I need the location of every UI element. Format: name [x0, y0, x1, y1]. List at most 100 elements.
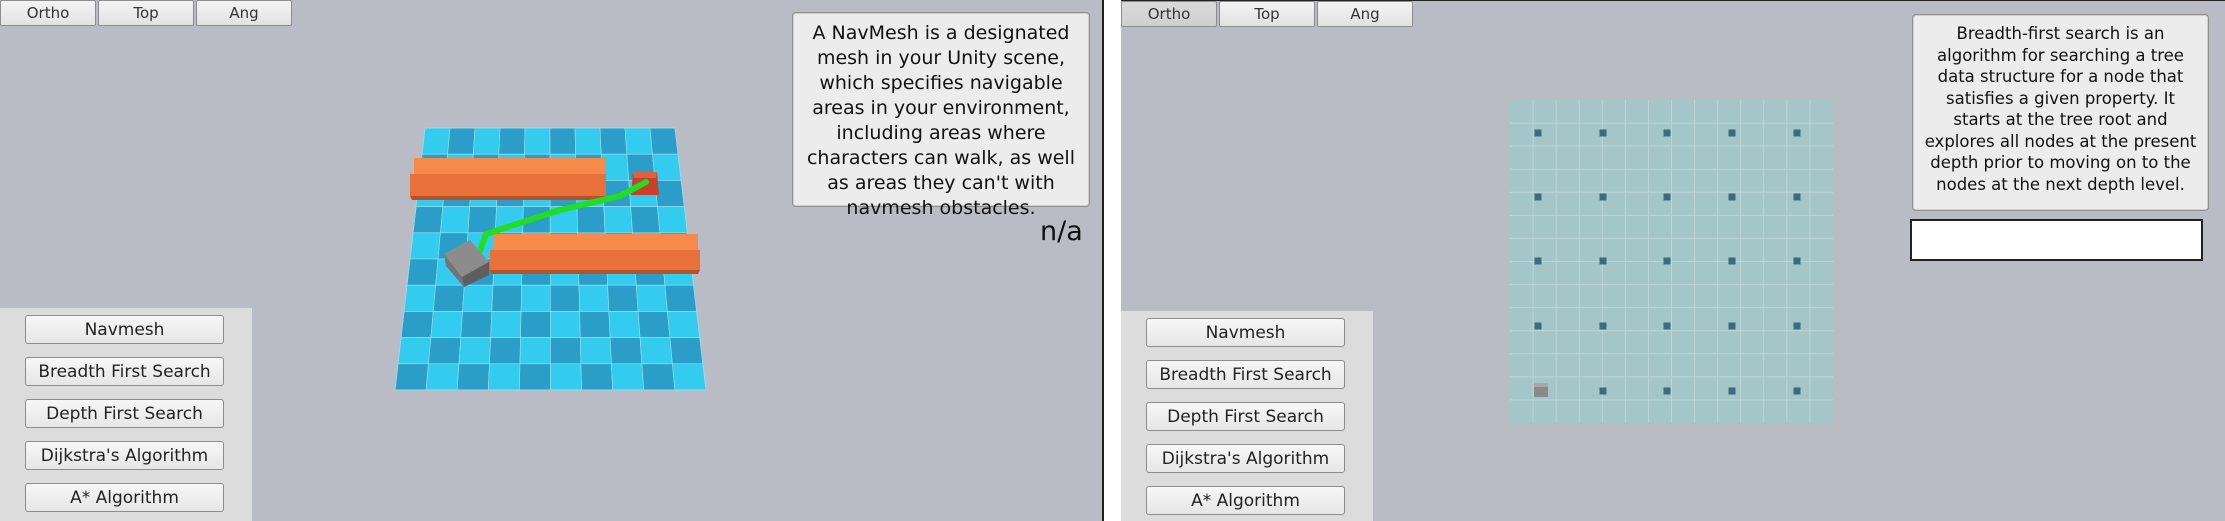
floor-tile: [440, 206, 470, 234]
floor-tile: [520, 284, 551, 312]
floor-tile: [667, 311, 701, 338]
floor-tile: [456, 363, 490, 390]
grid-node: [1793, 129, 1801, 137]
floor-tile: [520, 311, 551, 338]
floor-tile: [608, 311, 641, 338]
grid-node: [1599, 257, 1607, 265]
grid-node: [1599, 193, 1607, 201]
floor-tile: [458, 337, 491, 365]
navmesh-button[interactable]: Navmesh: [1146, 318, 1345, 347]
floor-tile: [578, 284, 610, 312]
dijkstras-algorithm-button[interactable]: Dijkstra's Algorithm: [1146, 444, 1345, 473]
grid-node: [1728, 257, 1736, 265]
floor-tile: [550, 311, 581, 338]
algorithm-menu: Navmesh Breadth First Search Depth First…: [1121, 311, 1373, 521]
floor-tile: [460, 311, 493, 338]
breadth-first-search-button[interactable]: Breadth First Search: [1146, 360, 1345, 389]
floor-tile: [639, 337, 673, 365]
grid-node: [1534, 322, 1542, 330]
floor-tile: [490, 311, 522, 338]
depth-first-search-button[interactable]: Depth First Search: [25, 399, 224, 428]
grid-node: [1663, 387, 1671, 395]
grid-node: [1793, 257, 1801, 265]
navmesh-button[interactable]: Navmesh: [25, 315, 224, 344]
grid-node: [1728, 322, 1736, 330]
floor-tile: [403, 284, 436, 312]
depth-first-search-button[interactable]: Depth First Search: [1146, 402, 1345, 431]
grid-node: [1599, 322, 1607, 330]
floor-tile: [400, 311, 434, 338]
floor-tile: [498, 128, 526, 155]
floor-tile: [550, 363, 582, 390]
floor-tile: [409, 232, 441, 260]
floor-tile: [395, 363, 429, 390]
floor-tile: [654, 180, 685, 207]
result-text: n/a: [1040, 216, 1083, 247]
left-viewport: Ortho Top Ang A NavMesh is a designated …: [0, 0, 1102, 521]
a-star-algorithm-button[interactable]: A* Algorithm: [25, 483, 224, 512]
view-divider: [1102, 0, 1121, 521]
floor-tile: [421, 128, 451, 155]
floor-tile: [657, 206, 688, 234]
floor-tile: [412, 206, 444, 234]
floor-tile: [607, 284, 639, 312]
grid-node: [1534, 193, 1542, 201]
algorithm-description: Breadth-first search is an algorithm for…: [1912, 14, 2209, 211]
floor-tile: [579, 337, 612, 365]
floor-tile: [630, 206, 661, 234]
agent-cube: [1534, 383, 1548, 397]
floor-tile: [637, 311, 671, 338]
floor-tile: [447, 128, 476, 155]
floor-tile: [428, 337, 462, 365]
obstacle-wall-top: [410, 158, 606, 200]
floor-tile: [432, 284, 465, 312]
floor-tile: [549, 128, 576, 155]
floor-tile: [576, 206, 606, 234]
floor-tile: [491, 284, 522, 312]
floor-tile: [430, 311, 463, 338]
grid-node: [1663, 193, 1671, 201]
grid-node: [1599, 129, 1607, 137]
floor-tile: [574, 128, 602, 155]
floor-tile: [489, 337, 521, 365]
obstacle-wall-bottom: [490, 234, 700, 274]
floor-tile: [487, 363, 521, 390]
floor-tile: [599, 128, 628, 155]
floor-tile: [519, 363, 551, 390]
floor-tile: [635, 284, 668, 312]
grid-node: [1663, 129, 1671, 137]
grid-node: [1663, 257, 1671, 265]
grid-node: [1663, 322, 1671, 330]
right-viewport: Ortho Top Ang Breadth-first search is an…: [1121, 0, 2225, 521]
floor-tile: [641, 363, 676, 390]
grid-node: [1728, 193, 1736, 201]
floor-tile: [669, 337, 704, 365]
dijkstras-algorithm-button[interactable]: Dijkstra's Algorithm: [25, 441, 224, 470]
breadth-first-search-button[interactable]: Breadth First Search: [25, 357, 224, 386]
floor-tile: [406, 258, 439, 286]
grid-node: [1728, 387, 1736, 395]
grid-node: [1793, 387, 1801, 395]
floor-tile: [624, 128, 653, 155]
algorithm-description: A NavMesh is a designated mesh in your U…: [792, 12, 1090, 219]
result-field: [1910, 219, 2203, 261]
grid-node: [1728, 129, 1736, 137]
floor-tile: [524, 128, 551, 155]
floor-tile: [425, 363, 460, 390]
a-star-algorithm-button[interactable]: A* Algorithm: [1146, 486, 1345, 515]
grid-node: [1793, 193, 1801, 201]
floor-tile: [472, 128, 501, 155]
floor-tile: [549, 284, 580, 312]
grid-node: [1599, 387, 1607, 395]
floor-tile: [579, 311, 611, 338]
floor-tile: [462, 284, 494, 312]
grid-node: [1534, 129, 1542, 137]
floor-tile: [580, 363, 614, 390]
floor-tile: [519, 337, 551, 365]
floor-tile: [603, 206, 633, 234]
floor-tile: [609, 337, 643, 365]
floor-tile: [611, 363, 645, 390]
grid-node: [1534, 257, 1542, 265]
floor-tile: [397, 337, 432, 365]
algorithm-menu: Navmesh Breadth First Search Depth First…: [0, 308, 252, 521]
